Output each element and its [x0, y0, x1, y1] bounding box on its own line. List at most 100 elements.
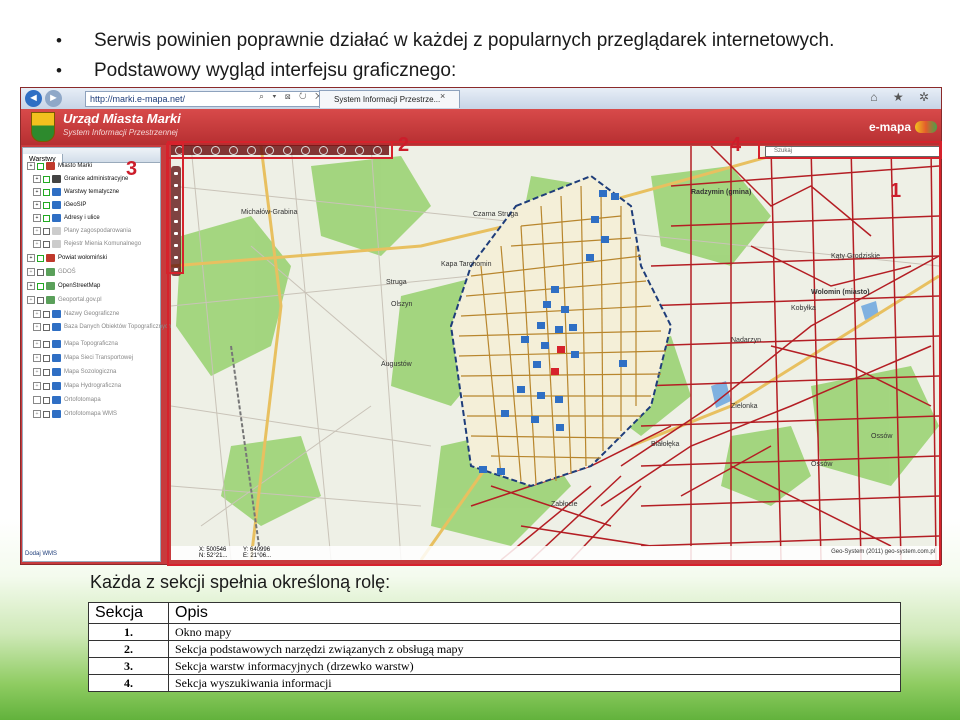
layer-checkbox[interactable]	[43, 396, 50, 404]
forward-button[interactable]: ►	[45, 90, 62, 107]
browser-toolbar: ◄ ► http://marki.e-mapa.net/ ⌕ ▾ ⊠ ↻ ✕ S…	[21, 88, 941, 110]
layer-label: Geoportal.gov.pl	[58, 297, 102, 303]
layer-label: Nazwy Geograficzne	[64, 311, 120, 317]
layer-item[interactable]: + Geoportal.gov.pl	[27, 296, 102, 306]
section-number-cell: 3.	[88, 657, 169, 675]
layer-checkbox[interactable]	[43, 201, 50, 209]
bullet-item: • Serwis powinien poprawnie działać w każ…	[56, 26, 834, 56]
expand-toggle-icon[interactable]: +	[33, 188, 41, 196]
expand-toggle-icon[interactable]: +	[33, 310, 41, 318]
brand-label: e-mapa	[868, 120, 911, 134]
expand-toggle-icon[interactable]	[33, 396, 41, 404]
layer-checkbox[interactable]	[43, 340, 50, 348]
tab-sip[interactable]: System Informacji Przestrze...	[319, 90, 460, 108]
layer-icon	[46, 162, 55, 170]
layer-checkbox[interactable]	[37, 296, 44, 304]
address-bar-icons[interactable]: ⌕ ▾ ⊠ ↻ ✕	[259, 91, 325, 102]
layer-item[interactable]: + Nazwy Geograficzne	[33, 310, 119, 320]
expand-toggle-icon[interactable]: +	[33, 214, 41, 222]
table-row: 4. Sekcja wyszukiwania informacji	[88, 674, 901, 692]
layer-label: Warstwy tematyczne	[64, 189, 120, 195]
expand-toggle-icon[interactable]: +	[33, 368, 41, 376]
layer-label: OpenStreetMap	[58, 283, 101, 289]
layer-checkbox[interactable]	[43, 368, 50, 376]
expand-toggle-icon[interactable]: +	[33, 323, 41, 331]
layer-icon	[52, 340, 61, 348]
layer-checkbox[interactable]	[43, 175, 50, 183]
expand-toggle-icon[interactable]: +	[33, 340, 41, 348]
layer-item[interactable]: + Plany zagospodarowania	[33, 227, 131, 237]
expand-toggle-icon[interactable]: +	[33, 240, 41, 248]
layer-item[interactable]: + Rejestr Mienia Komunalnego	[33, 240, 141, 250]
section-2-frame	[167, 141, 393, 159]
expand-toggle-icon[interactable]: +	[33, 354, 41, 362]
bullet-dot: •	[56, 31, 62, 50]
app-banner: Urząd Miasta Marki System Informacji Prz…	[21, 109, 941, 145]
section-number-cell: 4.	[88, 674, 169, 692]
layer-item[interactable]: + Miasto Marki	[27, 162, 92, 172]
layer-checkbox[interactable]	[43, 240, 50, 248]
table-header-row: Sekcja Opis	[88, 602, 901, 624]
expand-toggle-icon[interactable]: +	[27, 282, 35, 290]
layer-item[interactable]: + Mapa Sieci Transportowej	[33, 354, 133, 364]
layer-item[interactable]: + GDOŚ	[27, 268, 76, 278]
expand-toggle-icon[interactable]: +	[33, 227, 41, 235]
layer-item[interactable]: + Granice administracyjne	[33, 175, 128, 185]
layer-item[interactable]: + Baza Danych Obiektów Topograficznych	[33, 323, 171, 333]
layer-icon	[52, 396, 61, 404]
layer-checkbox[interactable]	[43, 323, 50, 331]
app-subtitle: System Informacji Przestrzennej	[63, 128, 178, 137]
layer-checkbox[interactable]	[43, 382, 50, 390]
layer-checkbox[interactable]	[43, 310, 50, 318]
layer-item[interactable]: Ortofotomapa	[33, 396, 101, 406]
expand-toggle-icon[interactable]: +	[33, 382, 41, 390]
back-button[interactable]: ◄	[25, 90, 42, 107]
layer-label: Granice administracyjne	[64, 176, 129, 182]
layer-checkbox[interactable]	[43, 214, 50, 222]
layer-checkbox[interactable]	[37, 268, 44, 276]
layer-item[interactable]: + Mapa Topograficzna	[33, 340, 118, 350]
layer-label: Mapa Topograficzna	[64, 341, 118, 347]
layer-item[interactable]: + Warstwy tematyczne	[33, 188, 119, 198]
column-header: Sekcja	[88, 602, 169, 624]
expand-toggle-icon[interactable]: +	[33, 410, 41, 418]
expand-toggle-icon[interactable]: +	[27, 162, 35, 170]
layer-item[interactable]: + Adresy i ulice	[33, 214, 100, 224]
layer-checkbox[interactable]	[43, 354, 50, 362]
browser-menu-icons[interactable]: ⌂ ★ ✲	[870, 90, 935, 104]
layer-checkbox[interactable]	[37, 162, 44, 170]
layer-label: Powiat wołomiński	[58, 255, 108, 261]
layer-checkbox[interactable]	[43, 188, 50, 196]
layer-item[interactable]: + Powiat wołomiński	[27, 254, 107, 264]
add-wms-link[interactable]: Dodaj WMS	[25, 551, 57, 557]
column-header: Opis	[168, 602, 901, 624]
layer-item[interactable]: + Ortofotomapa WMS	[33, 410, 117, 420]
section-number-cell: 1.	[88, 623, 169, 641]
layer-checkbox[interactable]	[37, 254, 44, 262]
section-desc-cell: Okno mapy	[168, 623, 901, 641]
layer-label: GDOŚ	[58, 269, 76, 275]
tab-close-icon[interactable]: ×	[440, 91, 445, 101]
layer-label: Miasto Marki	[58, 163, 93, 169]
layer-icon	[52, 188, 61, 196]
layer-icon	[52, 240, 61, 248]
layer-item[interactable]: + OpenStreetMap	[27, 282, 100, 292]
layer-item[interactable]: + Mapa Hydrograficzna	[33, 382, 121, 392]
section-1-frame	[167, 141, 941, 566]
layer-icon	[46, 296, 55, 304]
layer-item[interactable]: + iGeoSIP	[33, 201, 86, 211]
bullet-item: • Podstawowy wygląd interfejsu graficzneg…	[56, 56, 834, 86]
layer-checkbox[interactable]	[43, 227, 50, 235]
layer-panel: Warstwy + Miasto Marki + Granice administra…	[22, 147, 171, 562]
expand-toggle-icon[interactable]: +	[27, 254, 35, 262]
layer-item[interactable]: + Mapa Sozologiczna	[33, 368, 116, 378]
app-title: Urząd Miasta Marki	[63, 111, 181, 126]
expand-toggle-icon[interactable]: +	[27, 296, 35, 304]
layer-checkbox[interactable]	[43, 410, 50, 418]
layer-label: Mapa Hydrograficzna	[64, 383, 122, 389]
expand-toggle-icon[interactable]: +	[33, 175, 41, 183]
expand-toggle-icon[interactable]: +	[27, 268, 35, 276]
expand-toggle-icon[interactable]: +	[33, 201, 41, 209]
layer-checkbox[interactable]	[37, 282, 44, 290]
layer-label: Mapa Sieci Transportowej	[64, 355, 134, 361]
